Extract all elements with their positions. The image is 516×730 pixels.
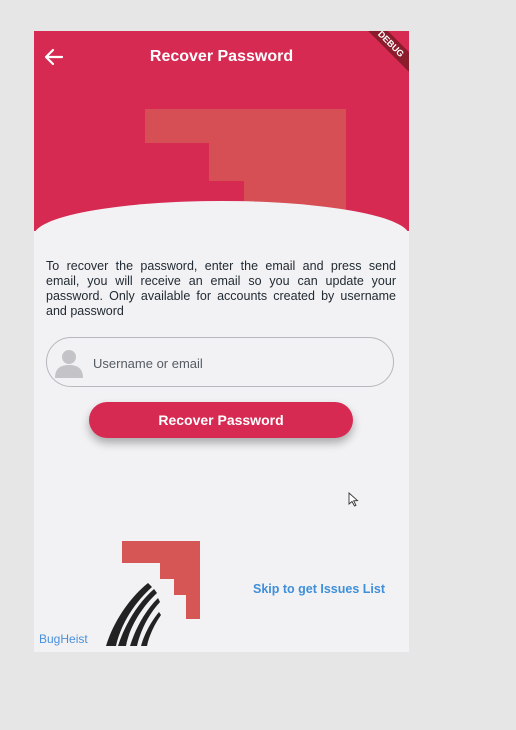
skip-to-issues-link[interactable]: Skip to get Issues List (253, 582, 385, 596)
username-input[interactable] (91, 348, 385, 378)
recover-password-button[interactable]: Recover Password (89, 402, 353, 438)
username-field-container[interactable] (46, 337, 394, 387)
page-title: Recover Password (149, 48, 294, 65)
app-screen: DEBUG Recover Password To recover the pa… (34, 31, 409, 652)
user-icon (55, 350, 83, 378)
mouse-cursor-icon (348, 492, 359, 507)
instructions-text: To recover the password, enter the email… (46, 259, 396, 318)
brand-name: BugHeist (39, 632, 88, 646)
bugheist-logo (106, 541, 200, 646)
